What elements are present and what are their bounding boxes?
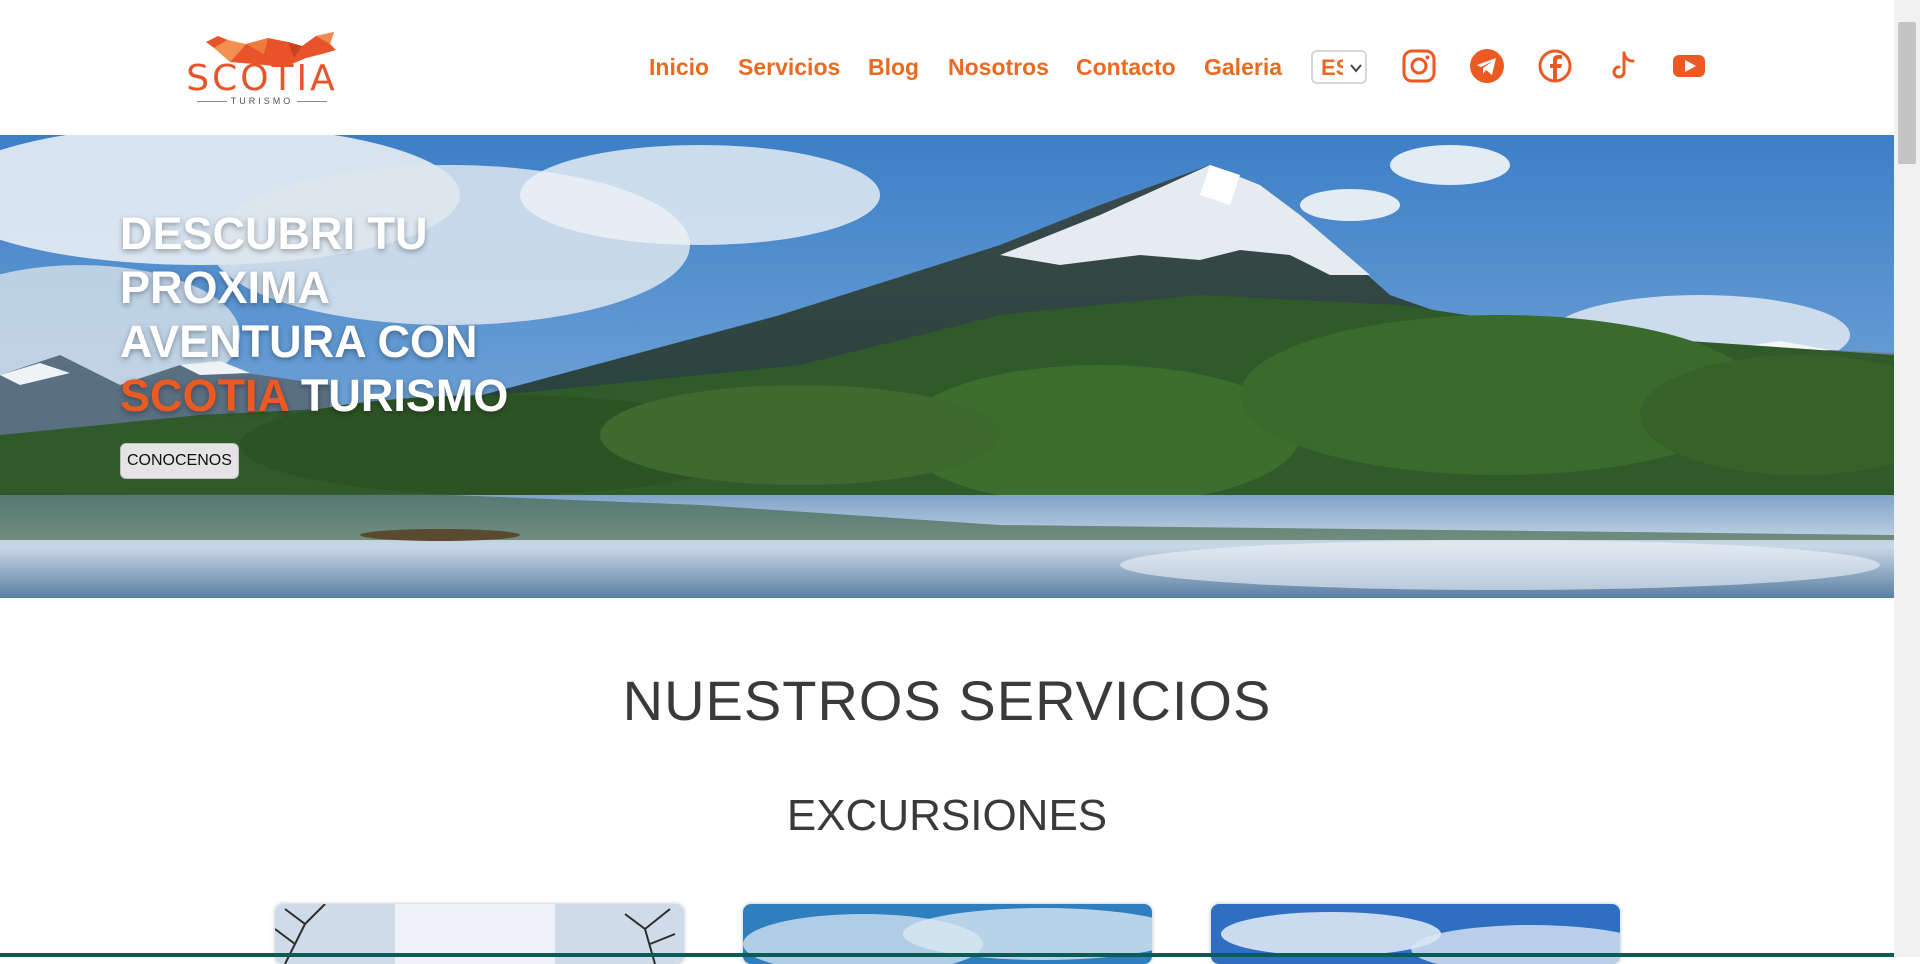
nav-inicio[interactable]: Inicio: [649, 50, 709, 84]
chevron-down-icon: [1350, 64, 1362, 73]
hero-brand-accent: SCOTIA: [120, 370, 289, 421]
bottom-strip: [0, 953, 1894, 957]
hero-heading-end: TURISMO: [300, 370, 509, 421]
hero-heading-line-2: PROXIMA: [120, 262, 331, 313]
nav-servicios[interactable]: Servicios: [738, 50, 840, 84]
hero-heading-line-3: AVENTURA CON: [120, 316, 478, 367]
hero-heading: DESCUBRI TU PROXIMA AVENTURA CON SCOTIA …: [120, 207, 540, 423]
site-header: SCOTIA TURISMO Inicio Servicios Blog Nos…: [0, 0, 1894, 135]
tiktok-icon[interactable]: [1604, 48, 1640, 84]
language-select[interactable]: ES: [1311, 50, 1367, 84]
page-scrollbar[interactable]: [1894, 0, 1920, 957]
nav-contacto[interactable]: Contacto: [1076, 50, 1176, 84]
services-title: NUESTROS SERVICIOS: [622, 669, 1272, 732]
instagram-icon[interactable]: [1401, 48, 1437, 84]
hero-heading-line-4: SCOTIA TURISMO: [120, 369, 540, 423]
nav-galeria[interactable]: Galeria: [1204, 50, 1282, 84]
hero-heading-line-1: DESCUBRI TU: [120, 208, 428, 259]
hero-banner: DESCUBRI TU PROXIMA AVENTURA CON SCOTIA …: [0, 135, 1894, 598]
nav-blog[interactable]: Blog: [868, 50, 919, 84]
language-value: ES: [1321, 56, 1343, 80]
youtube-icon[interactable]: [1671, 48, 1707, 84]
scrollbar-thumb[interactable]: [1898, 22, 1916, 164]
facebook-icon[interactable]: [1537, 48, 1573, 84]
telegram-icon[interactable]: [1469, 48, 1505, 84]
excursions-subtitle: EXCURSIONES: [786, 791, 1108, 840]
nav-nosotros[interactable]: Nosotros: [948, 50, 1049, 84]
logo-wordmark: SCOTIA: [186, 58, 338, 99]
logo-tagline: TURISMO: [184, 96, 340, 106]
conocenos-button[interactable]: CONOCENOS: [120, 443, 239, 479]
scotia-logo[interactable]: SCOTIA TURISMO: [184, 28, 340, 106]
